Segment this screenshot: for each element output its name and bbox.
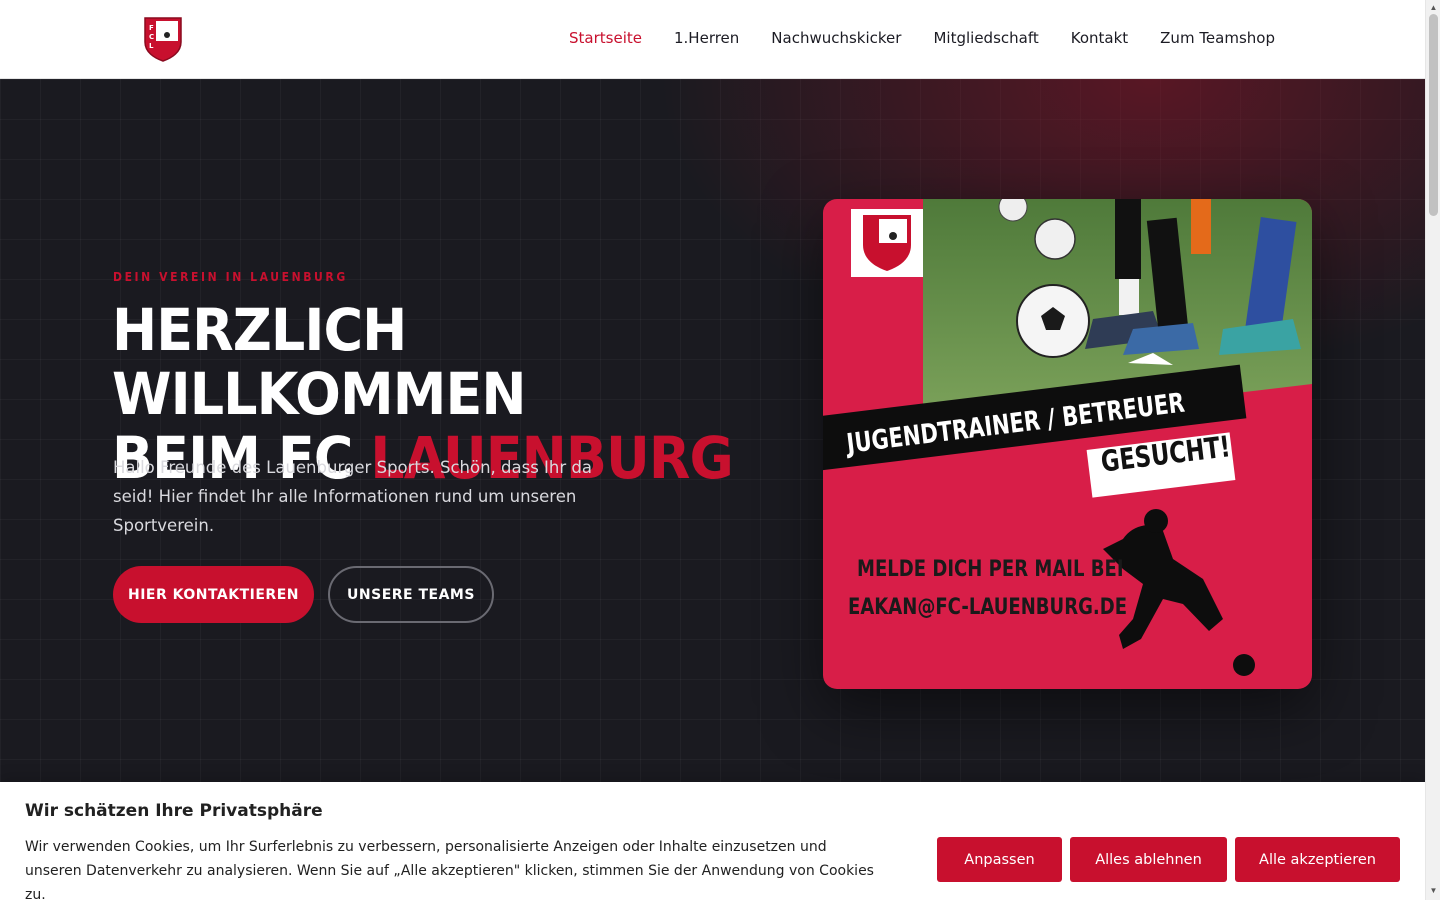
cookie-adjust-button[interactable]: Anpassen — [937, 837, 1062, 882]
poster-mail-line1: MELDE DICH PER MAIL BEI — [857, 557, 1124, 582]
hero-section: DEIN VEREIN IN LAUENBURG HERZLICH WILLKO… — [0, 79, 1425, 790]
nav-item-1-herren[interactable]: 1.Herren — [674, 28, 739, 48]
nav-item-teamshop[interactable]: Zum Teamshop — [1160, 28, 1275, 48]
nav-item-kontakt[interactable]: Kontakt — [1071, 28, 1128, 48]
hero-intro-text: Hallo Freunde des Lauenburger Sports. Sc… — [113, 458, 592, 535]
cookie-title: Wir schätzen Ihre Privatsphäre — [25, 801, 323, 821]
nav-item-startseite[interactable]: Startseite — [569, 28, 642, 48]
svg-text:C: C — [149, 33, 154, 41]
recruitment-poster-image: JUGENDTRAINER / BETREUER GESUCHT! MELDE … — [823, 199, 1312, 689]
cookie-consent-banner: Wir schätzen Ihre Privatsphäre Wir verwe… — [0, 782, 1425, 900]
nav-item-nachwuchskicker[interactable]: Nachwuchskicker — [771, 28, 901, 48]
cookie-description: Wir verwenden Cookies, um Ihr Surferlebn… — [25, 839, 874, 900]
scroll-up-arrow-icon[interactable]: ▲ — [1429, 3, 1438, 12]
club-crest-logo[interactable]: F C L — [142, 16, 184, 62]
nav-item-mitgliedschaft[interactable]: Mitgliedschaft — [933, 28, 1038, 48]
page-scrollbar[interactable]: ▲ ▼ — [1425, 0, 1440, 900]
cookie-reject-all-button[interactable]: Alles ablehnen — [1070, 837, 1227, 882]
svg-text:F: F — [149, 24, 154, 32]
poster-mail-line2: EAKAN@FC-LAUENBURG.DE — [848, 595, 1128, 620]
cookie-accept-all-button[interactable]: Alle akzeptieren — [1235, 837, 1400, 882]
poster-crest-icon — [851, 209, 923, 277]
contact-button[interactable]: HIER KONTAKTIEREN — [113, 566, 314, 623]
svg-text:L: L — [149, 42, 154, 50]
teams-button[interactable]: UNSERE TEAMS — [328, 566, 494, 623]
scrollbar-thumb[interactable] — [1429, 14, 1438, 216]
hero-eyebrow: DEIN VEREIN IN LAUENBURG — [113, 270, 348, 284]
main-navigation: Startseite 1.Herren Nachwuchskicker Mitg… — [537, 28, 1275, 48]
hero-title-line1: HERZLICH WILLKOMMEN — [112, 296, 527, 428]
scroll-down-arrow-icon[interactable]: ▼ — [1429, 886, 1438, 895]
site-header: F C L Startseite 1.Herren Nachwuchskicke… — [0, 0, 1425, 79]
